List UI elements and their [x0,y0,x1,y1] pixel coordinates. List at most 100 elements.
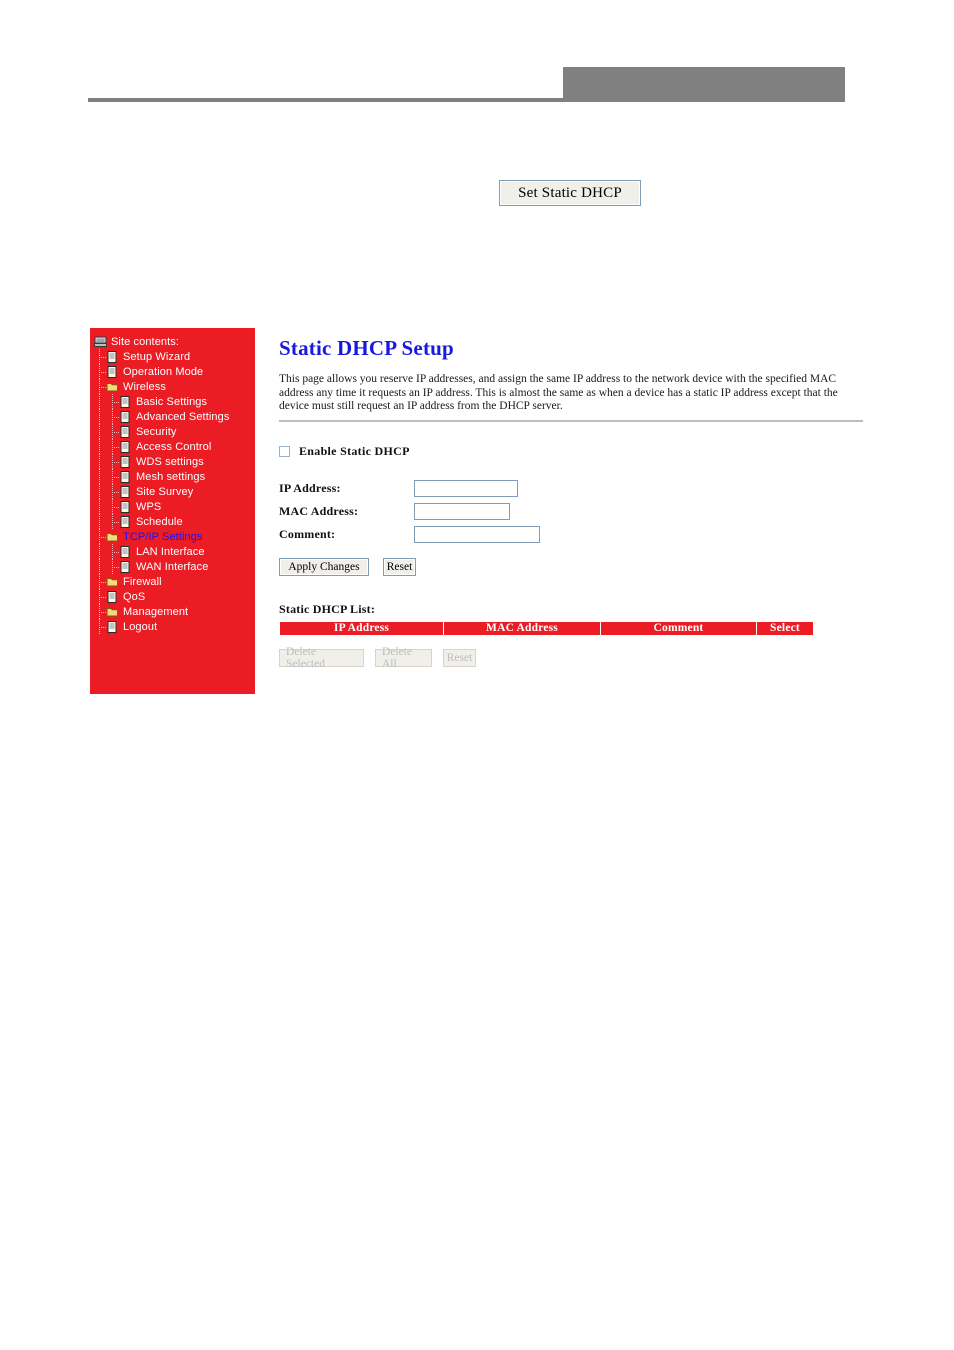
delete-selected-button[interactable]: Delete Selected [279,646,364,670]
column-header-mac-address: MAC Address [443,620,601,636]
sidebar-item-management[interactable]: Management [90,604,255,619]
tree-dash [99,387,106,388]
page-icon [119,410,132,423]
tree-dash [99,597,106,598]
reset-button[interactable]: Reset [383,557,416,576]
tree-dash [112,522,119,523]
sidebar-item-lan-interface[interactable]: LAN Interface [90,544,255,559]
enable-static-dhcp-checkbox[interactable] [279,445,290,457]
sidebar-item-label: Logout [123,620,158,633]
page-icon [119,395,132,408]
page-icon [106,365,119,378]
sidebar-item-wireless[interactable]: Wireless [90,379,255,394]
tree-connector [99,484,100,499]
sidebar-item-label: WPS [136,500,162,513]
page-icon [106,590,119,603]
tree-dash [112,432,119,433]
tree-dash [112,492,119,493]
page-icon [119,500,132,513]
sidebar-item-basic-settings[interactable]: Basic Settings [90,394,255,409]
enable-static-dhcp-row: Enable Static DHCP [279,444,863,459]
sidebar-item-label: Site contents: [111,335,180,348]
column-header-ip-address: IP Address [279,620,444,636]
ip-address-input[interactable] [414,480,518,497]
page-icon [119,485,132,498]
column-header-select: Select [756,620,814,636]
sidebar-item-label: WDS settings [136,455,204,468]
page-icon [119,560,132,573]
set-static-dhcp-button[interactable]: Set Static DHCP [499,180,641,206]
mac-address-input[interactable] [414,503,510,520]
tree-dash [99,372,106,373]
sidebar-item-label: Wireless [123,380,166,393]
sidebar-item-site-contents[interactable]: Site contents: [90,334,255,349]
tree-dash [112,567,119,568]
tree-dash [112,402,119,403]
sidebar-item-operation-mode[interactable]: Operation Mode [90,364,255,379]
tree-dash [99,627,106,628]
folder-icon [106,606,119,618]
delete-all-button[interactable]: Delete All [375,646,432,670]
sidebar-item-wds-settings[interactable]: WDS settings [90,454,255,469]
sidebar-item-label: WAN Interface [136,560,209,573]
table-header-row: IP Address MAC Address Comment Select [279,620,814,636]
sidebar-item-schedule[interactable]: Schedule [90,514,255,529]
tree-connector [99,394,100,409]
sidebar-item-tcp-ip-settings[interactable]: TCP/IP Settings [90,529,255,544]
sidebar-navigation-tree: Site contents: Setup Wizard Operation Mo… [90,328,255,694]
tree-dash [99,582,106,583]
sidebar-item-logout[interactable]: Logout [90,619,255,634]
sidebar-item-security[interactable]: Security [90,424,255,439]
tree-connector [99,499,100,514]
sidebar-item-wps[interactable]: WPS [90,499,255,514]
sidebar-item-label: Basic Settings [136,395,208,408]
form-button-group: Apply Changes Reset [279,557,863,576]
tree-dash [112,417,119,418]
tree-dash [112,552,119,553]
page-icon [119,455,132,468]
tree-dash [99,612,106,613]
comment-row: Comment: [279,524,863,546]
sidebar-item-label: Schedule [136,515,183,528]
tree-connector [99,544,100,559]
tree-dash [112,447,119,448]
tree-connector [99,409,100,424]
sidebar-item-label: Security [136,425,177,438]
header-horizontal-rule [88,98,845,102]
enable-static-dhcp-label: Enable Static DHCP [299,443,410,458]
static-dhcp-list-caption: Static DHCP List: [279,601,376,616]
sidebar-item-wan-interface[interactable]: WAN Interface [90,559,255,574]
sidebar-item-label: QoS [123,590,146,603]
sidebar-item-label: Site Survey [136,485,194,498]
ip-address-label: IP Address: [279,481,341,495]
page-icon [106,350,119,363]
static-dhcp-list-table: IP Address MAC Address Comment Select [279,620,814,636]
sidebar-item-label: TCP/IP Settings [123,530,203,543]
sidebar-item-label: Mesh settings [136,470,206,483]
tree-dash [99,537,106,538]
tree-connector [99,559,100,574]
page-icon [119,515,132,528]
sidebar-item-label: Firewall [123,575,162,588]
folder-icon [106,381,119,393]
sidebar-item-advanced-settings[interactable]: Advanced Settings [90,409,255,424]
sidebar-item-setup-wizard[interactable]: Setup Wizard [90,349,255,364]
comment-input[interactable] [414,526,540,543]
sidebar-item-qos[interactable]: QoS [90,589,255,604]
folder-icon [106,531,119,543]
sidebar-item-site-survey[interactable]: Site Survey [90,484,255,499]
reset-list-button[interactable]: Reset [443,648,476,667]
sidebar-item-firewall[interactable]: Firewall [90,574,255,589]
sidebar-item-label: LAN Interface [136,545,205,558]
tree-connector [99,439,100,454]
folder-icon [106,576,119,588]
tree-dash [112,477,119,478]
page-description: This page allows you reserve IP addresse… [279,373,838,412]
tree-dash [99,357,106,358]
sidebar-item-access-control[interactable]: Access Control [90,439,255,454]
column-header-comment: Comment [600,620,757,636]
sidebar-item-mesh-settings[interactable]: Mesh settings [90,469,255,484]
page-icon [119,440,132,453]
apply-changes-button[interactable]: Apply Changes [279,557,369,576]
tree-dash [112,507,119,508]
